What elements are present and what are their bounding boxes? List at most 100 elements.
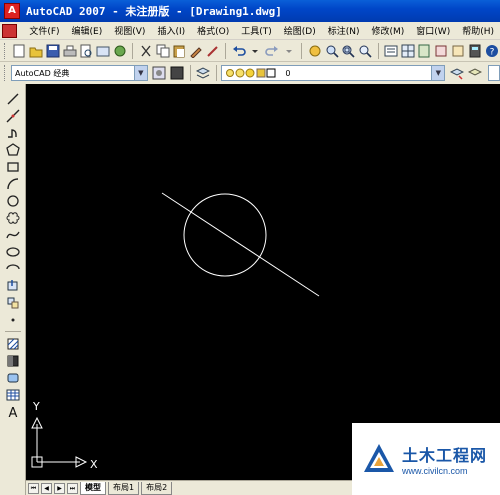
layer-previous-icon[interactable] [467, 65, 483, 81]
menu-view[interactable]: 视图(V) [108, 24, 151, 37]
menu-window[interactable]: 窗口(W) [410, 24, 456, 37]
polyline-icon[interactable] [4, 125, 22, 140]
workspace-select-value: AutoCAD 经典 [14, 68, 70, 78]
window-title: AutoCAD 2007 - 未注册版 - [Drawing1.dwg] [26, 5, 282, 18]
layer-select[interactable]: 0 ▼ [221, 65, 446, 81]
autocad-logo-icon[interactable]: A [4, 3, 20, 19]
make-object-layer-current-icon[interactable] [449, 65, 465, 81]
3d-dwf-icon[interactable] [113, 43, 128, 59]
menu-format[interactable]: 格式(O) [191, 24, 235, 37]
new-file-icon[interactable] [12, 43, 27, 59]
drawing-canvas[interactable]: Y X [26, 84, 500, 480]
undo-icon[interactable] [231, 43, 246, 59]
redo-icon[interactable] [265, 43, 280, 59]
watermark-title: 土木工程网 [402, 446, 488, 465]
construction-line-icon[interactable] [4, 108, 22, 123]
insert-block-icon[interactable] [4, 278, 22, 293]
toolbar-separator [132, 42, 134, 59]
menu-draw[interactable]: 绘图(D) [278, 24, 322, 37]
watermark: 土木工程网 www.civilcn.com [352, 423, 500, 495]
toolbar-separator [216, 65, 218, 81]
watermark-url: www.civilcn.com [402, 466, 468, 476]
zoom-window-icon[interactable] [341, 43, 356, 59]
open-folder-icon[interactable] [29, 43, 44, 59]
block-editor-icon[interactable] [206, 43, 221, 59]
toolbar-grip[interactable] [4, 42, 7, 59]
menu-edit[interactable]: 编辑(E) [66, 24, 109, 37]
color-control-stub[interactable] [488, 65, 500, 81]
menu-file[interactable]: 文件(F) [23, 24, 65, 37]
cut-icon[interactable] [138, 43, 153, 59]
workspace-settings-icon[interactable] [151, 65, 167, 81]
menu-tools[interactable]: 工具(T) [235, 24, 278, 37]
line-icon[interactable] [4, 91, 22, 106]
drawn-circle[interactable] [183, 193, 267, 277]
zoom-previous-icon[interactable] [358, 43, 373, 59]
sheet-set-manager-icon[interactable] [434, 43, 449, 59]
first-tab-button[interactable]: ⏮ [28, 482, 39, 494]
svg-text:?: ? [489, 47, 494, 57]
redo-dropdown-icon[interactable] [282, 43, 297, 59]
print-icon[interactable] [62, 43, 77, 59]
revision-cloud-icon[interactable] [4, 210, 22, 225]
menu-modify[interactable]: 修改(M) [365, 24, 410, 37]
save-icon[interactable] [45, 43, 60, 59]
toolbar-separator [377, 42, 379, 59]
publish-icon[interactable] [96, 43, 111, 59]
ellipse-icon[interactable] [4, 244, 22, 259]
spline-icon[interactable] [4, 227, 22, 242]
toolbar-grip[interactable] [4, 65, 7, 81]
match-properties-icon[interactable] [189, 43, 204, 59]
properties-icon[interactable] [383, 43, 398, 59]
toolbar-separator [189, 65, 191, 81]
tab-layout1[interactable]: 布局1 [108, 481, 140, 495]
layers-toolbar: AutoCAD 经典 ▼ 0 ▼ [0, 62, 500, 84]
pan-icon[interactable] [307, 43, 322, 59]
ellipse-arc-icon[interactable] [4, 261, 22, 276]
hatch-icon[interactable] [4, 336, 22, 351]
paste-icon[interactable] [172, 43, 187, 59]
copy-icon[interactable] [155, 43, 170, 59]
quickcalc-icon[interactable] [467, 43, 482, 59]
standard-toolbar: ? [0, 40, 500, 62]
tab-layout2[interactable]: 布局2 [141, 481, 173, 495]
table-icon[interactable] [4, 387, 22, 402]
chevron-down-icon[interactable]: ▼ [431, 66, 445, 80]
print-preview-icon[interactable] [79, 43, 94, 59]
undo-dropdown-icon[interactable] [248, 43, 263, 59]
last-tab-button[interactable]: ⏭ [67, 482, 78, 494]
svg-text:A: A [8, 406, 17, 419]
document-icon[interactable] [2, 23, 18, 38]
region-icon[interactable] [4, 370, 22, 385]
rectangle-icon[interactable] [4, 159, 22, 174]
next-tab-button[interactable]: ▶ [54, 482, 65, 494]
zoom-realtime-icon[interactable] [324, 43, 339, 59]
menu-insert[interactable]: 插入(I) [151, 24, 191, 37]
menu-bar: 文件(F) 编辑(E) 视图(V) 插入(I) 格式(O) 工具(T) 绘图(D… [0, 22, 500, 40]
help-icon[interactable]: ? [484, 43, 499, 59]
multiline-text-icon[interactable]: A [4, 404, 22, 419]
toolbar-separator [301, 42, 303, 59]
layer-name: 0 [285, 68, 291, 78]
gradient-icon[interactable] [4, 353, 22, 368]
previous-tab-button[interactable]: ◀ [41, 482, 52, 494]
design-center-icon[interactable] [400, 43, 415, 59]
menu-dimension[interactable]: 标注(N) [322, 24, 366, 37]
workspace-select[interactable]: AutoCAD 经典 ▼ [10, 65, 148, 81]
tab-model[interactable]: 模型 [80, 481, 106, 495]
chevron-down-icon[interactable]: ▼ [133, 66, 147, 80]
menu-help[interactable]: 帮助(H) [456, 24, 500, 37]
ucs-y-label: Y [33, 400, 40, 413]
circle-icon[interactable] [4, 193, 22, 208]
my-workspace-icon[interactable] [169, 65, 185, 81]
ucs-icon [31, 416, 88, 468]
polygon-icon[interactable] [4, 142, 22, 157]
drawing-geometry [31, 192, 320, 468]
layer-properties-manager-icon[interactable] [195, 65, 211, 81]
make-block-icon[interactable] [4, 295, 22, 310]
tool-palettes-icon[interactable] [417, 43, 432, 59]
arc-icon[interactable] [4, 176, 22, 191]
draw-toolbar: A [0, 84, 26, 495]
markup-set-manager-icon[interactable] [451, 43, 466, 59]
point-icon[interactable] [4, 312, 22, 327]
